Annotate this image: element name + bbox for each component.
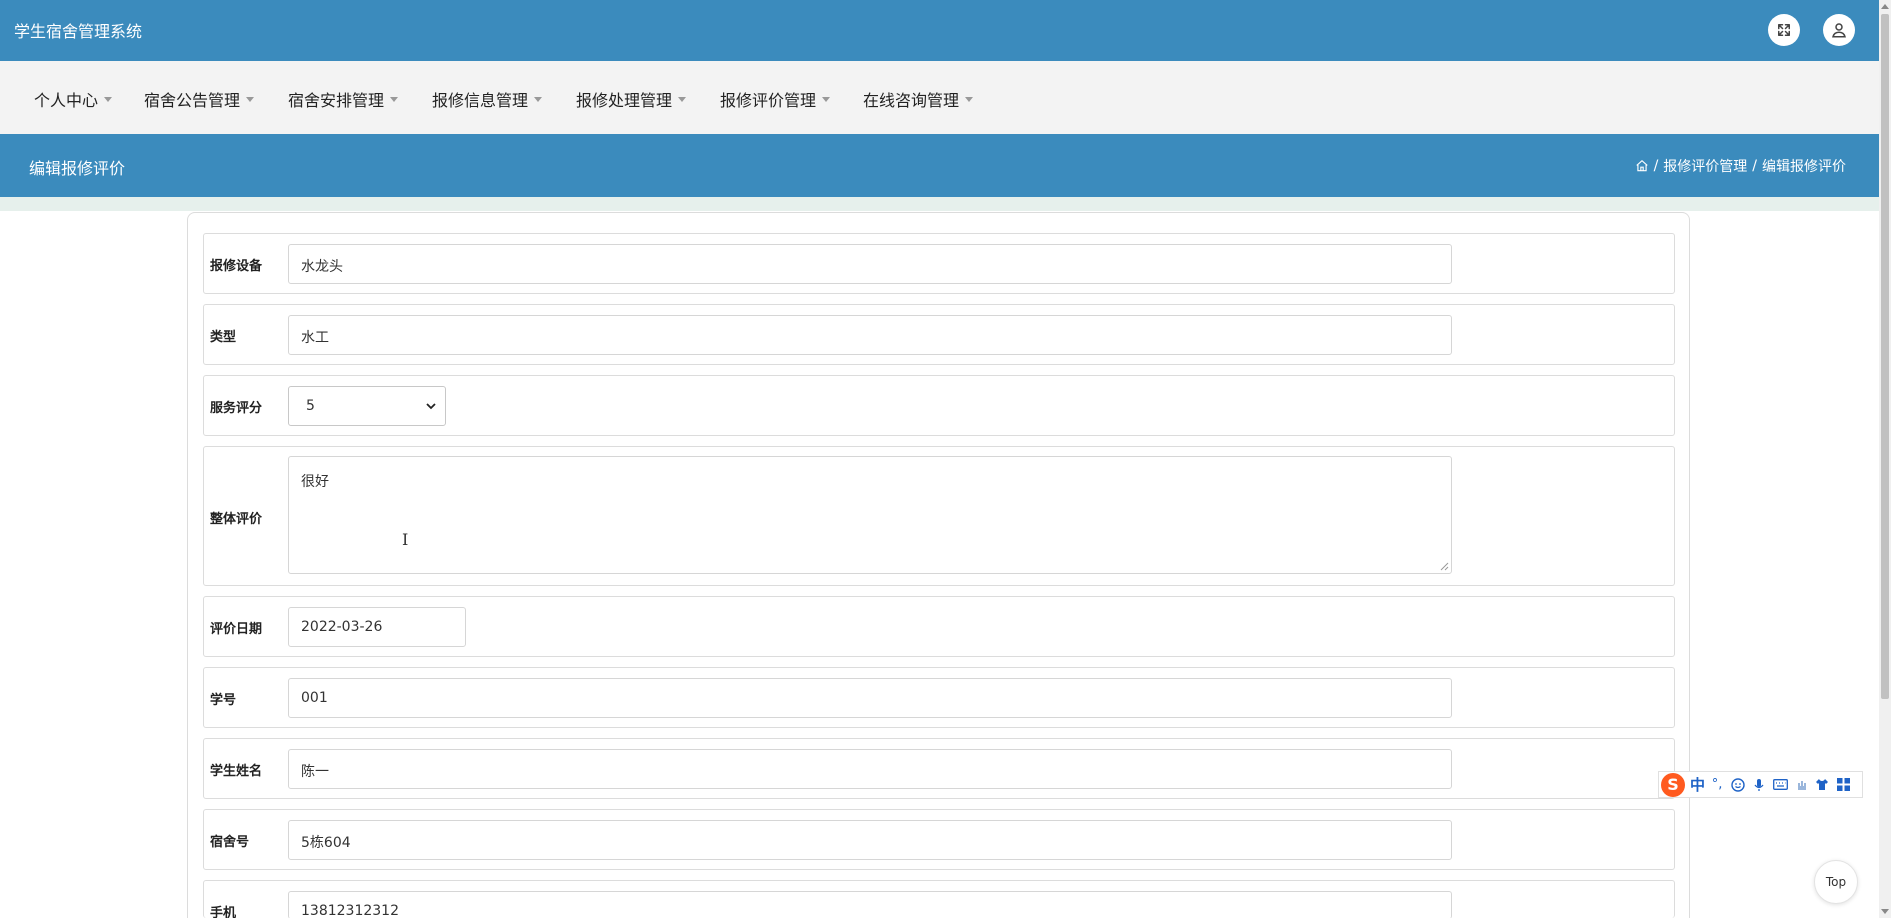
form-row-student-name: 学生姓名 陈一 xyxy=(203,738,1675,799)
caret-down-icon xyxy=(390,96,399,102)
phone-input[interactable]: 13812312312 xyxy=(288,891,1452,918)
student-name-label: 学生姓名 xyxy=(210,764,263,779)
dorm-no-input[interactable]: 5栋604 xyxy=(288,820,1452,860)
nav-label: 报修处理管理 xyxy=(576,91,673,110)
type-input[interactable]: 水工 xyxy=(288,315,1452,355)
hand-icon[interactable] xyxy=(1792,776,1810,794)
caret-down-icon xyxy=(534,96,543,102)
punctuation-icon[interactable]: °, xyxy=(1708,776,1726,794)
chevron-down-icon xyxy=(426,403,436,410)
form-row-student-id: 学号 001 xyxy=(203,667,1675,728)
type-label: 类型 xyxy=(210,330,237,345)
caret-down-icon xyxy=(822,96,831,102)
form-row-overall-review: 整体评价 很好 xyxy=(203,446,1675,586)
form-row-review-date: 评价日期 2022-03-26 xyxy=(203,596,1675,657)
user-icon[interactable] xyxy=(1823,14,1855,46)
text-cursor-icon: I xyxy=(402,530,409,549)
resize-handle-icon[interactable] xyxy=(1439,561,1449,571)
scroll-down-arrow-icon[interactable] xyxy=(1881,909,1889,914)
student-name-input[interactable]: 陈一 xyxy=(288,749,1452,789)
nav-label: 宿舍公告管理 xyxy=(144,91,241,110)
app-title: 学生宿舍管理系统 xyxy=(14,22,143,41)
ime-toolbar: S 中 °, xyxy=(1658,771,1863,798)
breadcrumb: / 报修评价管理 / 编辑报修评价 xyxy=(1635,156,1846,176)
back-to-top-button[interactable]: Top xyxy=(1814,860,1858,904)
phone-label: 手机 xyxy=(210,906,237,918)
nav-label: 报修信息管理 xyxy=(432,91,529,110)
nav-online-consult[interactable]: 在线咨询管理 xyxy=(863,87,974,111)
fullscreen-icon[interactable] xyxy=(1768,14,1800,46)
main-nav: 个人中心 宿舍公告管理 宿舍安排管理 报修信息管理 报修处理管理 报修评价管理 … xyxy=(0,61,1879,134)
form-row-device: 报修设备 水龙头 xyxy=(203,233,1675,294)
nav-label: 宿舍安排管理 xyxy=(288,91,385,110)
home-icon[interactable] xyxy=(1635,159,1649,173)
device-label: 报修设备 xyxy=(210,259,263,274)
nav-dorm-arrangement[interactable]: 宿舍安排管理 xyxy=(288,87,399,111)
nav-label: 在线咨询管理 xyxy=(863,91,960,110)
breadcrumb-separator: / xyxy=(1752,158,1757,174)
nav-label: 报修评价管理 xyxy=(720,91,817,110)
review-date-input[interactable]: 2022-03-26 xyxy=(288,607,466,647)
overall-review-textarea[interactable]: 很好 xyxy=(288,456,1452,574)
student-id-label: 学号 xyxy=(210,693,237,708)
nav-label: 个人中心 xyxy=(34,91,99,110)
nav-repair-handling[interactable]: 报修处理管理 xyxy=(576,87,687,111)
top-bar: 学生宿舍管理系统 xyxy=(0,0,1879,61)
scroll-up-arrow-icon[interactable] xyxy=(1881,4,1889,9)
nav-repair-review[interactable]: 报修评价管理 xyxy=(720,87,831,111)
page-scrollbar[interactable] xyxy=(1879,0,1891,918)
dorm-no-label: 宿舍号 xyxy=(210,835,250,850)
header-band xyxy=(0,197,1879,211)
caret-down-icon xyxy=(678,96,687,102)
form-row-type: 类型 水工 xyxy=(203,304,1675,365)
device-input[interactable]: 水龙头 xyxy=(288,244,1452,284)
page-header: 编辑报修评价 / 报修评价管理 / 编辑报修评价 xyxy=(0,134,1879,197)
student-id-input[interactable]: 001 xyxy=(288,678,1452,718)
review-date-label: 评价日期 xyxy=(210,622,263,637)
skin-shirt-icon[interactable] xyxy=(1813,776,1831,794)
service-rating-value: 5 xyxy=(306,398,315,414)
scrollbar-thumb[interactable] xyxy=(1881,14,1889,699)
service-rating-select[interactable]: 5 xyxy=(288,386,446,426)
nav-personal-center[interactable]: 个人中心 xyxy=(34,87,113,111)
nav-repair-info[interactable]: 报修信息管理 xyxy=(432,87,543,111)
toolbox-grid-icon[interactable] xyxy=(1834,776,1852,794)
form-row-phone: 手机 13812312312 xyxy=(203,880,1675,918)
breadcrumb-parent[interactable]: 报修评价管理 xyxy=(1663,156,1747,176)
form-row-service-rating: 服务评分 5 xyxy=(203,375,1675,436)
service-rating-label: 服务评分 xyxy=(210,401,263,416)
caret-down-icon xyxy=(104,96,113,102)
overall-review-label: 整体评价 xyxy=(210,512,263,527)
ime-logo-icon[interactable]: S xyxy=(1661,772,1685,797)
overall-review-value: 很好 xyxy=(301,474,329,490)
page-title: 编辑报修评价 xyxy=(29,159,126,178)
emoji-icon[interactable] xyxy=(1729,776,1747,794)
breadcrumb-separator: / xyxy=(1653,158,1659,174)
ime-mode-toggle[interactable]: 中 xyxy=(1690,774,1705,795)
caret-down-icon xyxy=(965,96,974,102)
keyboard-icon[interactable] xyxy=(1771,776,1789,794)
breadcrumb-current: 编辑报修评价 xyxy=(1762,159,1846,175)
form-row-dorm-no: 宿舍号 5栋604 xyxy=(203,809,1675,870)
microphone-icon[interactable] xyxy=(1750,776,1768,794)
caret-down-icon xyxy=(246,96,255,102)
nav-dorm-notice[interactable]: 宿舍公告管理 xyxy=(144,87,255,111)
